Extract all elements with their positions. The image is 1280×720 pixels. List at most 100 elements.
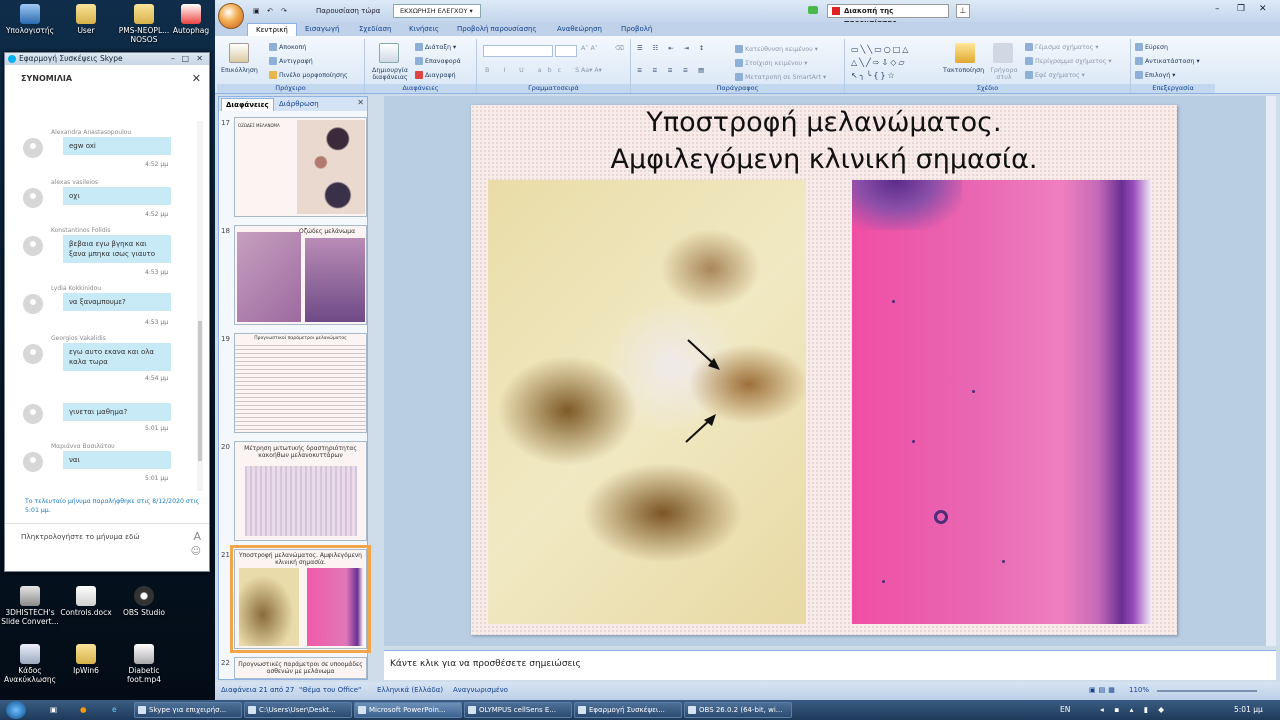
layout-button[interactable]: Διάταξη ▾ xyxy=(415,43,456,51)
arrange-icon[interactable] xyxy=(955,43,975,63)
desktop-icon-obs[interactable]: OBS Studio xyxy=(114,586,174,617)
tab-outline[interactable]: Διάρθρωση xyxy=(275,98,323,110)
desktop-icon-controls[interactable]: Controls.docx xyxy=(56,586,116,617)
avatar[interactable] xyxy=(23,452,43,472)
restore-icon[interactable]: ❐ xyxy=(1237,4,1245,14)
emoji-icon[interactable]: ☺ xyxy=(191,546,201,557)
text-direction-button[interactable]: Κατεύθυνση κειμένου ▾ xyxy=(735,45,818,53)
shape-outline-button[interactable]: Περίγραμμα σχήματος ▾ xyxy=(1025,57,1112,65)
desktop-icon-recycle[interactable]: Κάδος Ανακύκλωσης xyxy=(0,644,60,684)
language-indicator[interactable]: EN xyxy=(1060,705,1070,714)
tab-view[interactable]: Προβολή xyxy=(613,23,660,36)
vertical-scrollbar[interactable] xyxy=(1266,96,1276,646)
paste-button[interactable]: Επικόλληση xyxy=(221,67,258,74)
taskbar-item-obs[interactable]: OBS 26.0.2 (64-bit, wi... xyxy=(684,702,792,718)
alignment-icons[interactable]: ≡ ≡ ≡ ≡ ▤ xyxy=(637,67,708,74)
quick-styles-button[interactable]: Γρήγορα στυλ xyxy=(987,67,1021,81)
zoom-slider[interactable] xyxy=(1157,690,1257,692)
close-conversation-icon[interactable]: ✕ xyxy=(192,72,201,85)
show-desktop-icon[interactable]: ▣ xyxy=(50,705,57,714)
desktop-icon-video[interactable]: Diabetic foot.mp4 xyxy=(114,644,174,684)
new-slide-icon[interactable] xyxy=(379,43,399,63)
histology-image[interactable] xyxy=(852,180,1152,624)
save-icon[interactable]: ▣ xyxy=(253,7,260,15)
font-size-field[interactable] xyxy=(555,45,577,57)
copy-button[interactable]: Αντιγραφή xyxy=(269,57,313,65)
font-name-field[interactable] xyxy=(483,45,553,57)
format-painter-button[interactable]: Πινέλο μορφοποίησης xyxy=(269,71,348,79)
view-buttons[interactable]: ▣▤▦ xyxy=(1089,686,1118,694)
present-now-label[interactable]: Παρουσίαση τώρα xyxy=(316,7,380,15)
avatar[interactable] xyxy=(23,404,43,424)
zoom-level[interactable]: 110% xyxy=(1129,686,1149,694)
slide-thumbnail[interactable]: Μέτρηση μιτωτικής δραστηριότητας κακοήθω… xyxy=(234,441,367,541)
select-button[interactable]: Επιλογή ▾ xyxy=(1135,71,1175,79)
ie-icon[interactable]: e xyxy=(112,705,117,714)
font-style-buttons[interactable]: B I U abc S xyxy=(485,67,585,74)
tab-insert[interactable]: Εισαγωγή xyxy=(297,23,347,36)
delete-slide-button[interactable]: Διαγραφή xyxy=(415,71,456,79)
stop-presenting-button[interactable]: Διακοπή της παρουσίασης xyxy=(827,4,949,27)
taskbar-item-explorer[interactable]: C:\Users\User\Deskt... xyxy=(244,702,352,718)
minimize-icon[interactable]: – xyxy=(1215,4,1220,14)
shape-fill-button[interactable]: Γέμισμα σχήματος ▾ xyxy=(1025,43,1099,51)
tab-slides[interactable]: Διαφάνειες xyxy=(221,98,274,111)
theme-name[interactable]: "Θέμα του Office" xyxy=(299,686,361,694)
desktop-icon-autophag[interactable]: Autophag xyxy=(166,4,216,35)
chat-icon[interactable] xyxy=(808,6,818,14)
avatar[interactable] xyxy=(23,344,43,364)
new-slide-button[interactable]: Δημιουργία διαφάνειας xyxy=(367,67,413,81)
slide-title-line1[interactable]: Υποστροφή μελανώματος. xyxy=(471,105,1177,140)
office-button[interactable] xyxy=(218,3,244,29)
shapes-gallery[interactable]: ▭╲╲▭○□△ △╲╱⇨⇩◇▱ ↖╮╰{}☆ xyxy=(851,43,931,82)
taskbar-item-skype[interactable]: Skype για επιχειρήσ... xyxy=(134,702,242,718)
tab-home[interactable]: Κεντρική xyxy=(247,23,297,36)
tab-design[interactable]: Σχεδίαση xyxy=(351,23,399,36)
font-grow-icon[interactable]: A˄ A˅ xyxy=(581,45,598,52)
reset-button[interactable]: Επαναφορά xyxy=(415,57,461,65)
start-button[interactable] xyxy=(6,701,26,719)
desktop-icon-ipwin[interactable]: IpWin6 xyxy=(56,644,116,675)
close-icon[interactable]: ✕ xyxy=(1259,4,1267,14)
tab-slideshow[interactable]: Προβολή παρουσίασης xyxy=(449,23,545,36)
control-dropdown[interactable]: ΕΚΧΩΡΗΣΗ ΕΛΕΓΧΟΥ ▾ xyxy=(393,4,481,18)
message-input[interactable]: Πληκτρολογήστε το μήνυμα εδώ A ☺ xyxy=(5,523,209,571)
dermoscopy-image[interactable] xyxy=(488,180,806,624)
language-indicator[interactable]: Ελληνικά (Ελλάδα) xyxy=(377,686,443,694)
close-icon[interactable]: ✕ xyxy=(196,54,203,64)
maximize-icon[interactable]: □ xyxy=(181,54,189,64)
slide-thumbnail[interactable]: Οζώδες μελάνωμα xyxy=(234,225,367,325)
slide-thumbnail[interactable]: Προγνωστικές παράμετροι σε υποομάδες ασθ… xyxy=(234,657,367,679)
clock[interactable]: 5:01 μμ xyxy=(1234,705,1263,714)
find-button[interactable]: Εύρεση xyxy=(1135,43,1168,51)
minimize-icon[interactable]: – xyxy=(171,54,175,64)
bullets-icon[interactable]: ☰ ☷ ⇤ ⇥ ↕ xyxy=(637,45,708,52)
paste-icon[interactable] xyxy=(229,43,249,63)
desktop-icon-computer[interactable]: Υπολογιστής xyxy=(0,4,60,35)
tray-icons[interactable]: ◂ ▪ ▴ ▮ ◆ xyxy=(1100,705,1168,714)
taskbar-item-olympus[interactable]: OLYMPUS cellSens E... xyxy=(464,702,572,718)
slide-canvas[interactable]: Υποστροφή μελανώματος. Αμφιλεγόμενη κλιν… xyxy=(471,105,1177,635)
slide-title-line2[interactable]: Αμφιλεγόμενη κλινική σημασία. xyxy=(471,142,1177,177)
undo-icon[interactable]: ↶ xyxy=(267,7,273,15)
slide-thumbnail[interactable]: Προγνωστικοί παράμετροι μελανώματος xyxy=(234,333,367,433)
avatar[interactable] xyxy=(23,138,43,158)
avatar[interactable] xyxy=(23,236,43,256)
tab-review[interactable]: Αναθεώρηση xyxy=(549,23,610,36)
desktop-icon-user[interactable]: User xyxy=(56,4,116,35)
taskbar-item-meeting[interactable]: Εφαρμογή Συσκέψει... xyxy=(574,702,682,718)
redo-icon[interactable]: ↷ xyxy=(281,7,287,15)
font-color-icon[interactable]: Aa▾ A▾ xyxy=(581,67,602,74)
slide-thumbnail-selected[interactable]: Υποστροφή μελανώματος. Αμφιλεγόμενη κλιν… xyxy=(230,545,371,653)
slide-thumbnail[interactable]: ΟΖΩΔΕΣ ΜΕΛΑΝΩΜΑ xyxy=(234,117,367,217)
shape-effects-button[interactable]: Εφέ σχήματος ▾ xyxy=(1025,71,1085,79)
format-text-icon[interactable]: A xyxy=(193,530,201,543)
pin-icon[interactable]: ⊥ xyxy=(956,4,970,18)
close-icon[interactable]: ✕ xyxy=(357,98,364,107)
avatar[interactable] xyxy=(23,188,43,208)
replace-button[interactable]: Αντικατάσταση ▾ xyxy=(1135,57,1200,65)
firefox-icon[interactable]: ● xyxy=(80,705,87,714)
chat-scrollbar[interactable] xyxy=(197,121,203,491)
desktop-icon-3dhistech[interactable]: 3DHISTECH's Slide Convert... xyxy=(0,586,60,626)
desktop-icon-pms[interactable]: PMS-NEOPL... NOSOS xyxy=(114,4,174,44)
